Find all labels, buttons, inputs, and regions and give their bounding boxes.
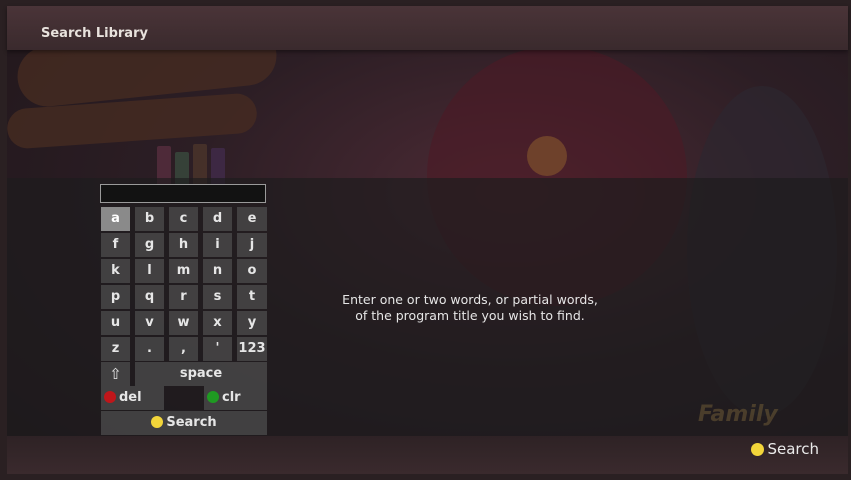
delete-label: del bbox=[119, 390, 142, 405]
screen: Search Library a b c d e f g h i j k l m… bbox=[0, 0, 851, 480]
key-p[interactable]: p bbox=[101, 285, 130, 309]
key-g[interactable]: g bbox=[135, 233, 164, 257]
key-e[interactable]: e bbox=[237, 207, 267, 231]
key-s[interactable]: s bbox=[203, 285, 232, 309]
delete-key[interactable]: del bbox=[101, 386, 164, 410]
key-x[interactable]: x bbox=[203, 311, 232, 335]
key-r[interactable]: r bbox=[169, 285, 198, 309]
clear-key[interactable]: clr bbox=[204, 386, 267, 410]
key-y[interactable]: y bbox=[237, 311, 267, 335]
key-v[interactable]: v bbox=[135, 311, 164, 335]
key-comma[interactable]: , bbox=[169, 337, 198, 361]
yellow-button-icon bbox=[751, 443, 765, 456]
page-title: Search Library bbox=[41, 26, 148, 41]
red-button-icon bbox=[104, 391, 116, 403]
key-a[interactable]: a bbox=[101, 207, 130, 231]
key-h[interactable]: h bbox=[169, 233, 198, 257]
key-i[interactable]: i bbox=[203, 233, 232, 257]
instructions-line-1: Enter one or two words, or partial words… bbox=[342, 292, 598, 307]
key-l[interactable]: l bbox=[135, 259, 164, 283]
key-j[interactable]: j bbox=[237, 233, 267, 257]
key-z[interactable]: z bbox=[101, 337, 130, 361]
search-button[interactable]: Search bbox=[101, 411, 267, 435]
shift-key[interactable]: ⇧ bbox=[101, 362, 130, 386]
key-d[interactable]: d bbox=[203, 207, 232, 231]
key-q[interactable]: q bbox=[135, 285, 164, 309]
green-button-icon bbox=[207, 391, 219, 403]
key-apostrophe[interactable]: ' bbox=[203, 337, 232, 361]
shift-icon: ⇧ bbox=[109, 365, 122, 383]
footer-search-hint[interactable]: Search bbox=[751, 440, 819, 458]
space-key[interactable]: space bbox=[135, 362, 267, 386]
footer-bar bbox=[7, 436, 848, 474]
key-b[interactable]: b bbox=[135, 207, 164, 231]
key-m[interactable]: m bbox=[169, 259, 198, 283]
key-w[interactable]: w bbox=[169, 311, 198, 335]
key-c[interactable]: c bbox=[169, 207, 198, 231]
channel-watermark: Family bbox=[698, 402, 778, 427]
footer-search-label: Search bbox=[767, 440, 819, 458]
key-o[interactable]: o bbox=[237, 259, 267, 283]
key-numbers[interactable]: 123 bbox=[237, 337, 267, 361]
clear-label: clr bbox=[222, 390, 241, 405]
key-t[interactable]: t bbox=[237, 285, 267, 309]
search-input[interactable] bbox=[100, 184, 266, 203]
key-n[interactable]: n bbox=[203, 259, 232, 283]
yellow-button-icon bbox=[151, 416, 164, 428]
search-button-label: Search bbox=[166, 415, 217, 430]
key-u[interactable]: u bbox=[101, 311, 130, 335]
key-k[interactable]: k bbox=[101, 259, 130, 283]
key-period[interactable]: . bbox=[135, 337, 164, 361]
key-f[interactable]: f bbox=[101, 233, 130, 257]
instructions-text: Enter one or two words, or partial words… bbox=[310, 292, 630, 324]
instructions-line-2: of the program title you wish to find. bbox=[355, 308, 585, 323]
